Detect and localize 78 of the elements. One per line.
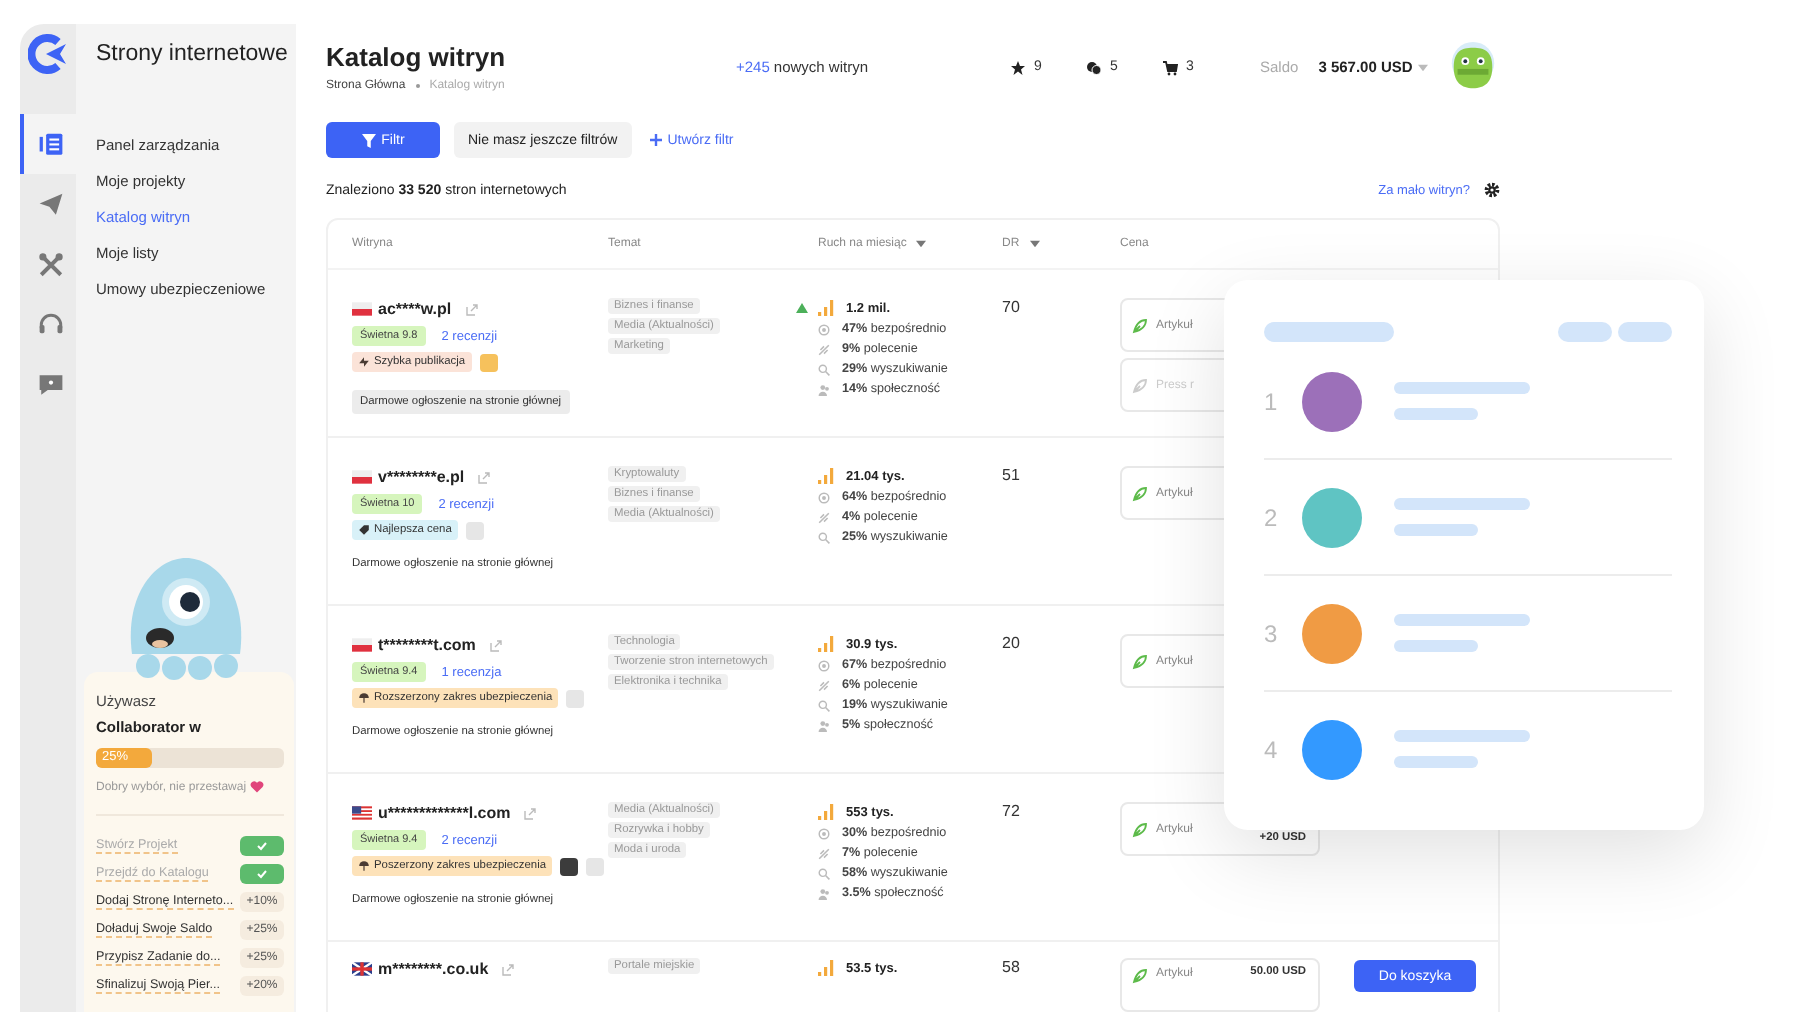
direct-source-icon — [818, 827, 830, 839]
referral-source-icon — [818, 679, 830, 691]
flag-icon — [352, 806, 372, 820]
check-icon — [256, 868, 268, 880]
social-source-icon — [818, 719, 830, 731]
domain-rating: 70 — [1002, 298, 1022, 316]
skeleton-line — [1394, 408, 1478, 420]
list-icon — [37, 131, 63, 157]
flag-icon — [352, 638, 372, 652]
social-source-icon — [818, 383, 830, 395]
external-link-icon[interactable] — [465, 303, 478, 315]
external-link-icon[interactable] — [489, 639, 502, 651]
leaf-icon — [1132, 485, 1148, 501]
rank-number: 1 — [1264, 387, 1280, 415]
domain-rating: 72 — [1002, 802, 1022, 820]
settings-icon[interactable] — [1484, 182, 1500, 198]
leaf-icon — [1132, 968, 1148, 984]
paper-plane-icon — [37, 191, 63, 217]
leaf-icon — [1132, 317, 1148, 333]
skeleton-line — [1394, 640, 1478, 652]
search-source-icon — [818, 699, 830, 711]
caret-icon[interactable] — [1418, 63, 1429, 71]
referral-source-icon — [818, 847, 830, 859]
logo-icon[interactable] — [28, 34, 68, 74]
tools-icon — [37, 251, 63, 277]
skeleton-bar — [1558, 322, 1612, 342]
direct-source-icon — [818, 491, 830, 503]
domain-rating: 20 — [1002, 634, 1022, 652]
star-icon[interactable] — [1010, 59, 1026, 75]
avatar-drawing[interactable] — [1446, 40, 1500, 94]
site-domain[interactable]: u*************l.com — [378, 804, 511, 822]
leaf-icon — [1132, 653, 1148, 669]
sort-icon[interactable] — [916, 240, 927, 248]
skeleton-bar — [1618, 322, 1672, 342]
skeleton-line — [1394, 498, 1530, 510]
domain-rating: 58 — [1002, 958, 1022, 976]
site-domain[interactable]: t********t.com — [378, 636, 476, 654]
skeleton-line — [1394, 382, 1530, 394]
section-title: Strony internetowe — [94, 42, 290, 66]
direct-source-icon — [818, 323, 830, 335]
direct-source-icon — [818, 659, 830, 671]
flag-icon — [352, 962, 372, 976]
feature-icon — [566, 689, 585, 707]
chat-bubble-icon — [37, 371, 63, 397]
leaf-icon — [1132, 377, 1148, 393]
funnel-icon — [361, 133, 376, 147]
skeleton-line — [1394, 614, 1530, 626]
cart-icon[interactable] — [1162, 59, 1178, 75]
feature-icon — [479, 353, 498, 371]
external-link-icon[interactable] — [524, 807, 537, 819]
site-domain[interactable]: v********e.pl — [378, 468, 465, 486]
search-source-icon — [818, 363, 830, 375]
social-source-icon — [818, 887, 830, 899]
leaf-icon — [1132, 821, 1148, 837]
external-link-icon[interactable] — [502, 963, 515, 975]
search-source-icon — [818, 867, 830, 879]
plus-icon — [649, 134, 662, 146]
check-icon — [256, 840, 268, 852]
skeleton-line — [1394, 756, 1478, 768]
skeleton-line — [1394, 524, 1478, 536]
domain-rating: 51 — [1002, 466, 1022, 484]
chat-icon[interactable] — [1086, 59, 1102, 75]
headset-icon — [37, 311, 63, 337]
heart-icon — [250, 780, 265, 794]
skeleton-line — [1394, 730, 1530, 742]
external-link-icon[interactable] — [478, 471, 491, 483]
site-domain[interactable]: ac****w.pl — [378, 300, 452, 318]
feature-icon — [465, 521, 484, 539]
site-domain[interactable]: m********.co.uk — [378, 960, 489, 978]
skeleton-bar — [1264, 322, 1394, 342]
referral-source-icon — [818, 343, 830, 355]
referral-source-icon — [818, 511, 830, 523]
flag-icon — [352, 302, 372, 316]
page-title: Katalog witryn — [326, 42, 508, 72]
rank-number: 4 — [1264, 735, 1280, 763]
flag-icon — [352, 470, 372, 484]
sort-icon[interactable] — [1029, 240, 1040, 248]
search-source-icon — [818, 531, 830, 543]
